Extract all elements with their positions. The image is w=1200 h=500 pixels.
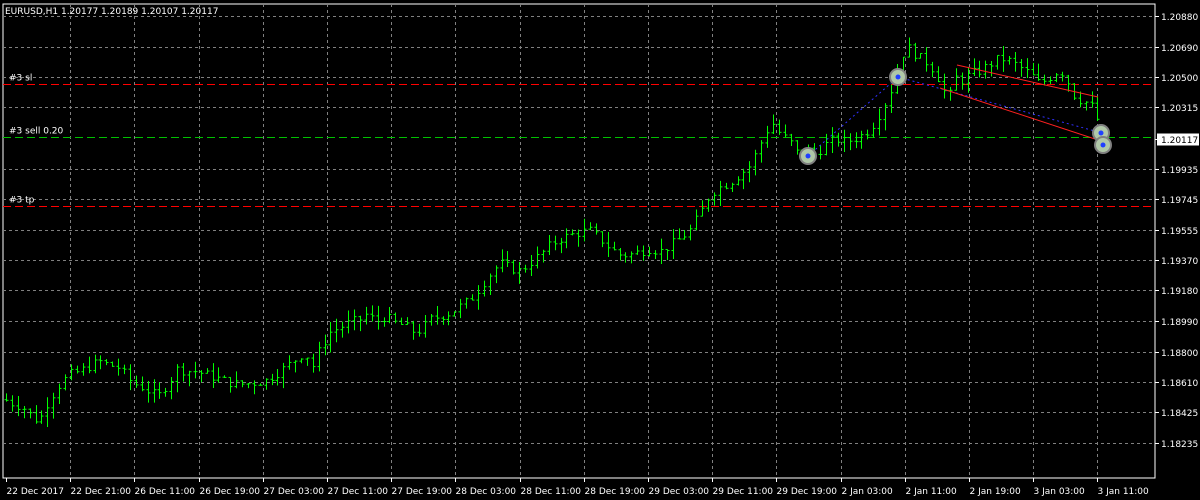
x-tick-label: 27 Dec 11:00 xyxy=(328,487,389,497)
y-tick-label: 1.19370 xyxy=(1161,257,1198,267)
trade-arrows xyxy=(799,64,1112,165)
y-tick-label: 1.20880 xyxy=(1161,13,1198,23)
y-tick-label: 1.19745 xyxy=(1161,196,1198,206)
trade-connector xyxy=(897,76,1103,134)
y-tick-label: 1.18610 xyxy=(1161,379,1198,389)
x-tick-label: 2 Jan 11:00 xyxy=(906,487,958,497)
x-tick-label: 3 Jan 03:00 xyxy=(1034,487,1086,497)
trade-marker-dot xyxy=(895,74,901,80)
price-axis: 1.20880 1.20690 1.20500 1.20315 1.20117 1.199… xyxy=(1155,13,1199,450)
y-tick-label: 1.18990 xyxy=(1161,318,1198,328)
trade-connector xyxy=(807,76,899,157)
trade-marker-dot xyxy=(1098,130,1104,136)
x-tick-label: 27 Dec 03:00 xyxy=(264,487,325,497)
chart-canvas[interactable]: #3 sl#3 sell 0.20#3 tp 1.208801.206901.2… xyxy=(0,0,1200,500)
y-tick-label: 1.20690 xyxy=(1161,44,1198,54)
x-tick-label: 27 Dec 19:00 xyxy=(392,487,453,497)
x-tick-label: 2 Jan 19:00 xyxy=(970,487,1022,497)
y-tick-label: 1.18800 xyxy=(1161,349,1198,359)
order-line-label: #3 sell 0.20 xyxy=(9,127,64,137)
x-tick-label: 26 Dec 11:00 xyxy=(135,487,196,497)
trade-marker-dot xyxy=(1100,142,1106,148)
x-tick-label: 28 Dec 11:00 xyxy=(521,487,582,497)
y-tick-label: 1.20500 xyxy=(1161,74,1198,84)
y-tick-label: 1.19180 xyxy=(1161,287,1198,297)
y-tick-label: 1.19555 xyxy=(1161,227,1198,237)
x-tick-label: 29 Dec 19:00 xyxy=(777,487,838,497)
order-line-label: #3 sl xyxy=(9,74,32,84)
x-tick-label: 29 Dec 11:00 xyxy=(713,487,774,497)
x-tick-label: 2 Jan 03:00 xyxy=(842,487,894,497)
x-tick-label: 26 Dec 19:00 xyxy=(200,487,261,497)
y-tick-label: 1.18235 xyxy=(1161,440,1198,450)
price-bars xyxy=(4,37,1100,428)
x-tick-label: 28 Dec 03:00 xyxy=(456,487,517,497)
symbol-label: EURUSD,H1 1.20177 1.20189 1.20107 1.2011… xyxy=(5,7,218,17)
trade-marker-dot xyxy=(805,153,811,159)
x-tick-label: 22 Dec 2017 xyxy=(7,487,65,497)
last-price-label: 1.20117 xyxy=(1161,136,1198,146)
y-tick-label: 1.18425 xyxy=(1161,409,1198,419)
x-tick-label: 22 Dec 21:00 xyxy=(71,487,132,497)
order-lines: #3 sl #3 sell 0.20 #3 tp xyxy=(3,74,1155,207)
y-tick-label: 1.19935 xyxy=(1161,166,1198,176)
x-tick-label: 3 Jan 11:00 xyxy=(1098,487,1150,497)
order-line-label: #3 tp xyxy=(9,196,35,206)
x-tick-label: 28 Dec 19:00 xyxy=(585,487,646,497)
time-axis: 22 Dec 2017 22 Dec 21:00 26 Dec 11:00 26 De… xyxy=(6,478,1150,497)
y-tick-label: 1.20315 xyxy=(1161,104,1198,114)
x-tick-label: 29 Dec 03:00 xyxy=(649,487,710,497)
